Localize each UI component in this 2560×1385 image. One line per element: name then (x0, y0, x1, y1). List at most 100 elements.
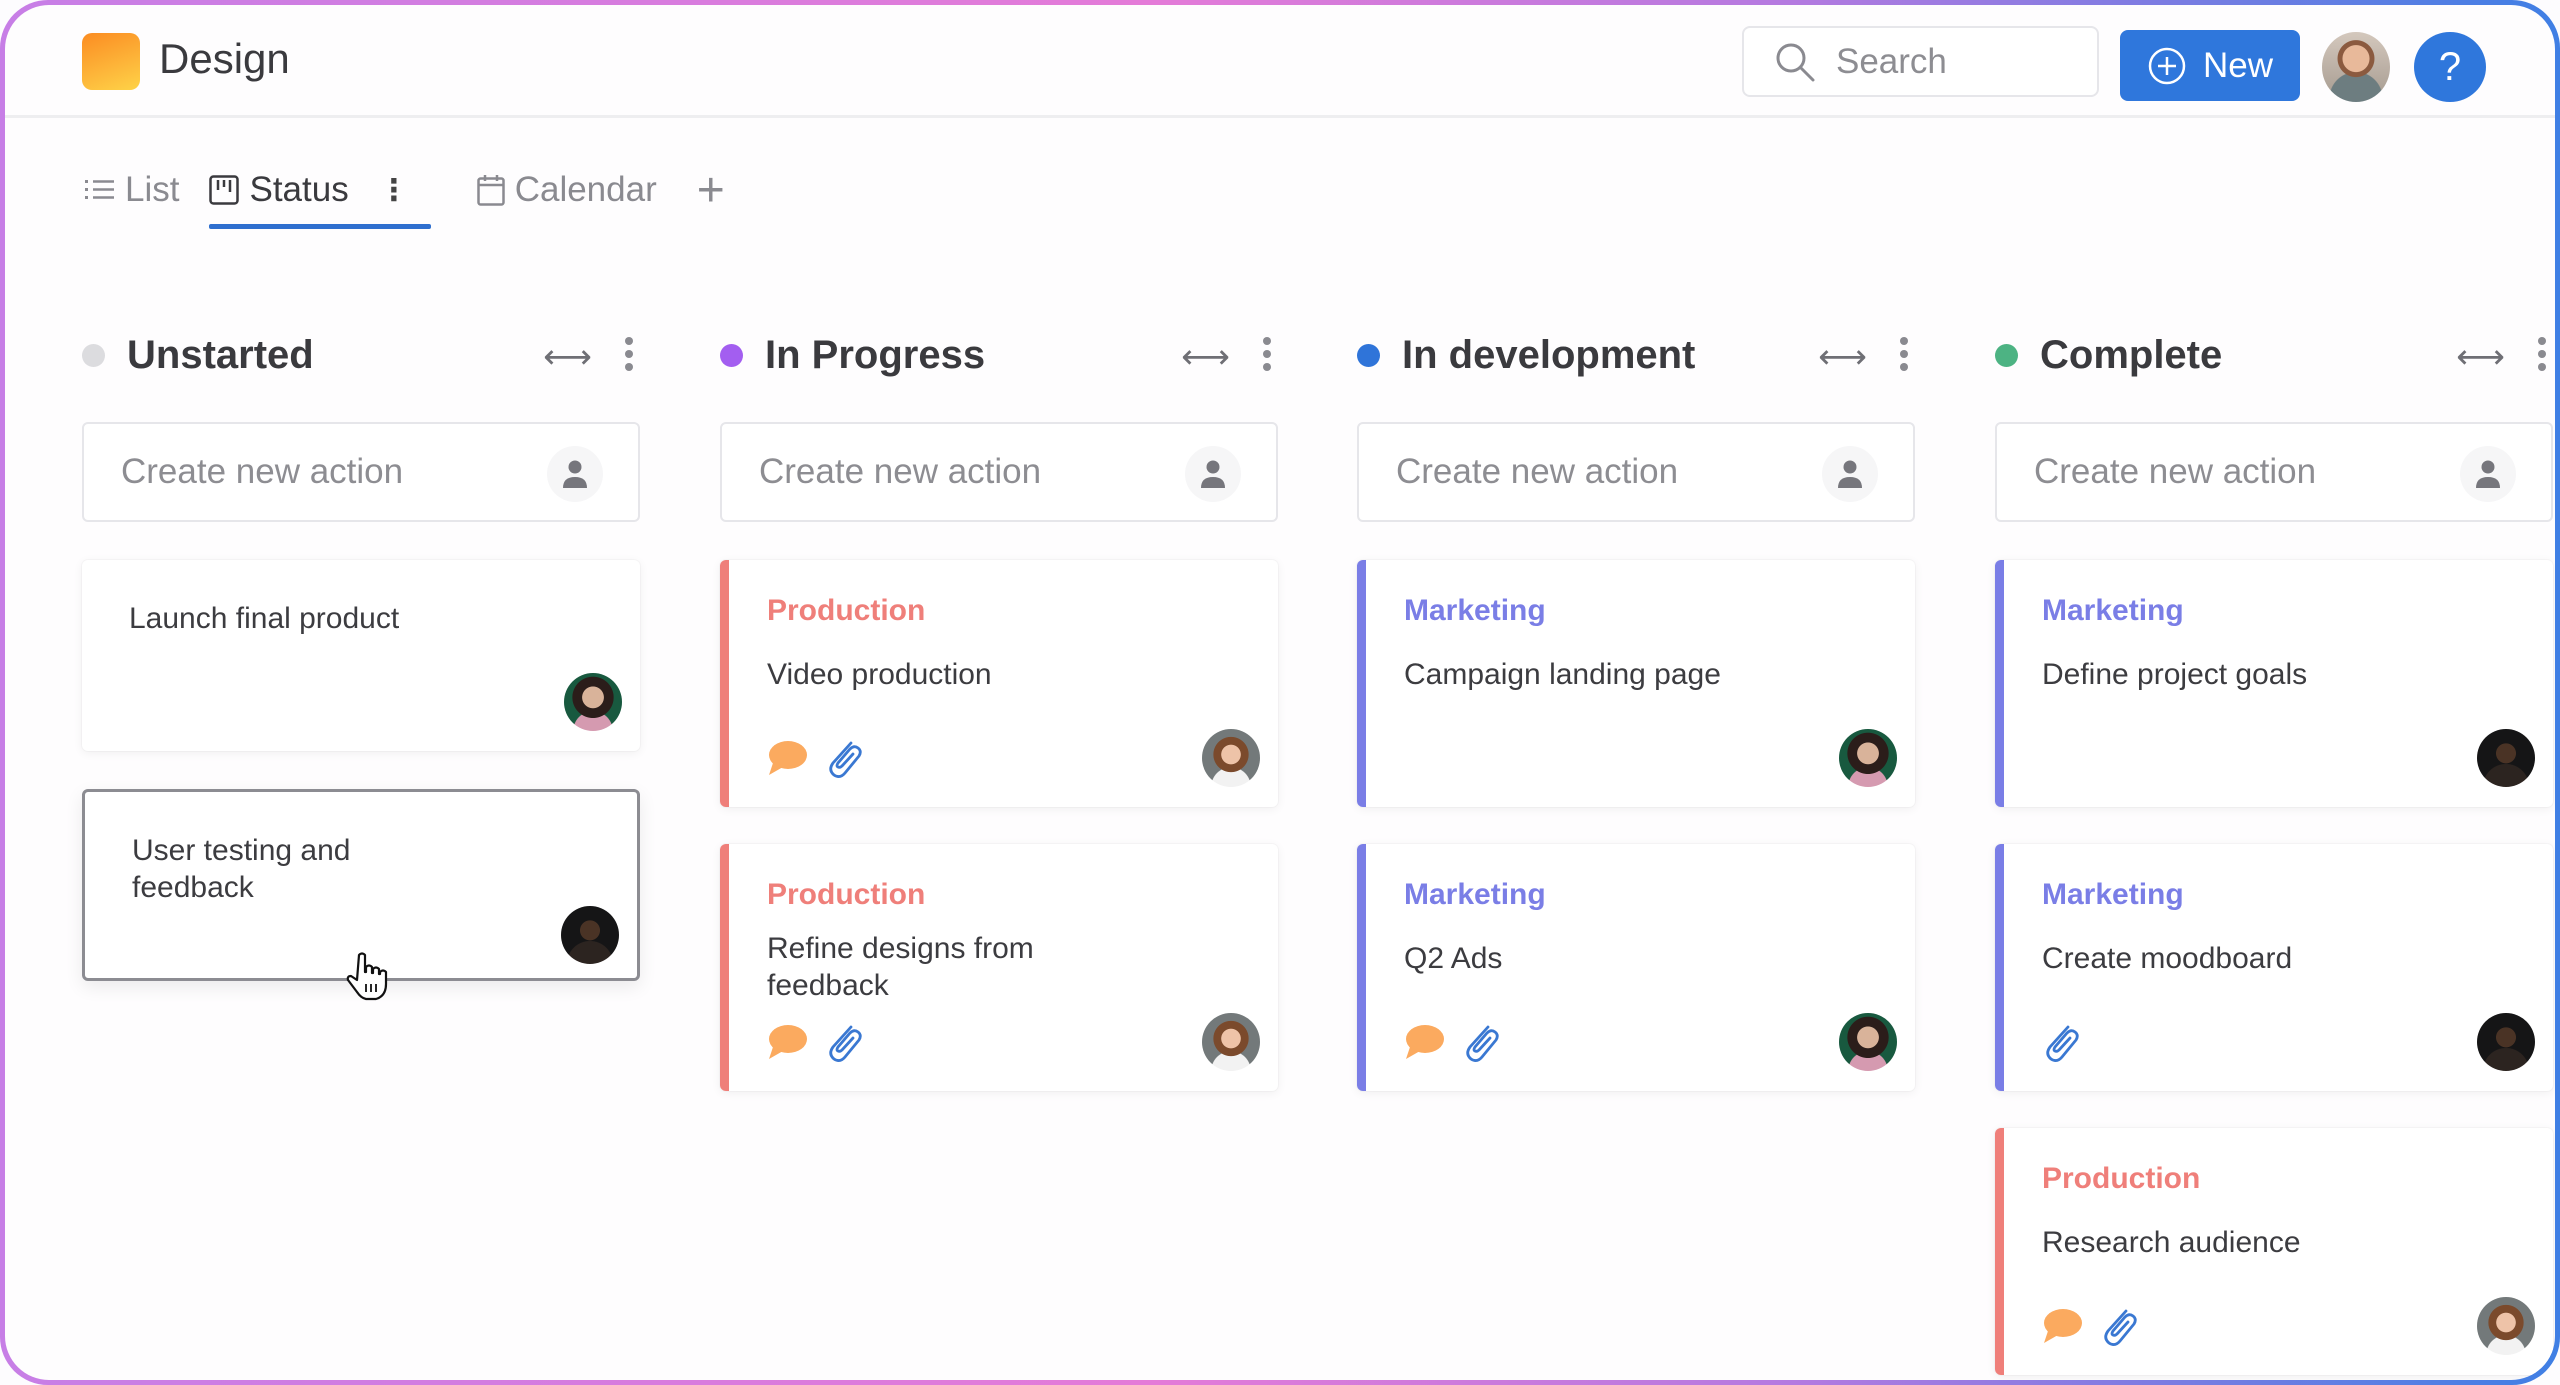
status-dot (82, 343, 105, 367)
search-icon (1776, 43, 1815, 81)
create-action-input[interactable] (1396, 452, 1796, 492)
board-icon (209, 175, 240, 205)
create-action-box[interactable] (720, 422, 1278, 522)
column-menu-icon[interactable] (2538, 337, 2546, 371)
column-complete: Complete ⟷ Marketing Define project goals… (1995, 325, 2555, 1375)
assignee-avatar[interactable] (564, 673, 622, 731)
user-avatar[interactable] (2322, 32, 2390, 102)
attachment-icon[interactable] (2042, 1021, 2082, 1063)
list-icon (85, 180, 114, 199)
task-card[interactable]: Production Research audience (1995, 1128, 2553, 1375)
category-color-bar (1357, 844, 1366, 1091)
new-button[interactable]: New (2120, 30, 2300, 101)
category-color-bar (1995, 560, 2004, 807)
search-input[interactable] (1836, 41, 2066, 82)
card-meta-icons (2042, 1021, 2082, 1063)
card-category: Marketing (1404, 594, 1546, 627)
tab-list-label: List (125, 170, 180, 209)
task-card[interactable]: Production Refine designs from feedback (720, 844, 1278, 1091)
assignee-avatar[interactable] (561, 906, 619, 964)
card-title: Q2 Ads (1404, 942, 1503, 975)
column-header: In Progress ⟷ (720, 325, 1280, 385)
expand-column-icon[interactable]: ⟷ (543, 337, 592, 377)
assignee-avatar[interactable] (1839, 729, 1897, 787)
assignee-avatar[interactable] (1202, 729, 1260, 787)
comment-icon[interactable] (1404, 1023, 1444, 1061)
assign-user-button[interactable] (547, 446, 603, 502)
workspace-title: Design (159, 35, 290, 82)
create-action-input[interactable] (2034, 452, 2434, 492)
task-card[interactable]: Marketing Define project goals (1995, 560, 2553, 807)
assign-user-button[interactable] (1185, 446, 1241, 502)
tab-list[interactable]: List (85, 159, 179, 221)
tab-status-label: Status (249, 170, 349, 209)
task-card[interactable]: Marketing Campaign landing page (1357, 560, 1915, 807)
card-title: Research audience (2042, 1226, 2301, 1259)
workspace-logo (82, 33, 140, 90)
assign-user-button[interactable] (1822, 446, 1878, 502)
card-title: User testing and feedback (132, 834, 351, 904)
new-button-label: New (2202, 45, 2274, 85)
comment-icon[interactable] (767, 739, 807, 777)
card-title: Video production (767, 658, 992, 691)
assignee-avatar[interactable] (2477, 729, 2535, 787)
card-title: Launch final product (129, 602, 400, 635)
task-card[interactable]: Marketing Q2 Ads (1357, 844, 1915, 1091)
task-card[interactable]: Launch final product (82, 560, 640, 751)
card-title: Define project goals (2042, 658, 2308, 691)
add-view-button[interactable]: + (697, 159, 725, 221)
attachment-icon[interactable] (2100, 1305, 2140, 1347)
column-in-development: In development ⟷ Marketing Campaign landi… (1357, 325, 1917, 1091)
column-menu-icon[interactable] (1900, 337, 1908, 371)
attachment-icon[interactable] (825, 1021, 865, 1063)
card-title: Create moodboard (2042, 942, 2293, 975)
tab-status[interactable]: Status ⋮ (209, 159, 431, 229)
tab-options-icon[interactable]: ⋮ (379, 173, 409, 208)
column-title: Complete (2040, 332, 2223, 377)
plus-circle-icon (2148, 47, 2186, 84)
category-color-bar (720, 844, 729, 1091)
hand-cursor-icon (346, 952, 388, 1001)
card-category: Production (2042, 1162, 2201, 1195)
column-title: In Progress (765, 332, 986, 377)
task-card[interactable]: Production Video production (720, 560, 1278, 807)
comment-icon[interactable] (767, 1023, 807, 1061)
create-action-box[interactable] (1357, 422, 1915, 522)
window-frame: Design New ? List (0, 0, 2560, 1385)
category-color-bar (1357, 560, 1366, 807)
tab-calendar[interactable]: Calendar (476, 159, 657, 221)
create-action-box[interactable] (82, 422, 640, 522)
category-color-bar (720, 560, 729, 807)
person-icon (1838, 460, 1862, 488)
expand-column-icon[interactable]: ⟷ (1818, 337, 1867, 377)
assignee-avatar[interactable] (2477, 1297, 2535, 1355)
task-card[interactable]: Marketing Create moodboard (1995, 844, 2553, 1091)
comment-icon[interactable] (2042, 1307, 2082, 1345)
create-action-box[interactable] (1995, 422, 2553, 522)
column-menu-icon[interactable] (1263, 337, 1271, 371)
attachment-icon[interactable] (825, 737, 865, 779)
column-header: Unstarted ⟷ (82, 325, 642, 385)
help-button[interactable]: ? (2414, 32, 2486, 102)
card-category: Production (767, 878, 926, 911)
assignee-avatar[interactable] (1839, 1013, 1897, 1071)
assignee-avatar[interactable] (2477, 1013, 2535, 1071)
card-category: Production (767, 594, 926, 627)
search-box[interactable] (1742, 26, 2099, 97)
assign-user-button[interactable] (2460, 446, 2516, 502)
create-action-input[interactable] (121, 452, 521, 492)
top-bar: Design New ? (5, 5, 2555, 118)
column-header: In development ⟷ (1357, 325, 1917, 385)
column-menu-icon[interactable] (625, 337, 633, 371)
attachment-icon[interactable] (1462, 1021, 1502, 1063)
card-meta-icons (767, 1021, 865, 1063)
tab-calendar-label: Calendar (514, 170, 657, 209)
card-meta-icons (2042, 1305, 2140, 1347)
card-meta-icons (767, 737, 865, 779)
expand-column-icon[interactable]: ⟷ (2456, 337, 2505, 377)
create-action-input[interactable] (759, 452, 1159, 492)
view-tabs: List Status ⋮ Calendar + (85, 155, 725, 229)
card-title: Campaign landing page (1404, 658, 1721, 691)
assignee-avatar[interactable] (1202, 1013, 1260, 1071)
expand-column-icon[interactable]: ⟷ (1181, 337, 1230, 377)
